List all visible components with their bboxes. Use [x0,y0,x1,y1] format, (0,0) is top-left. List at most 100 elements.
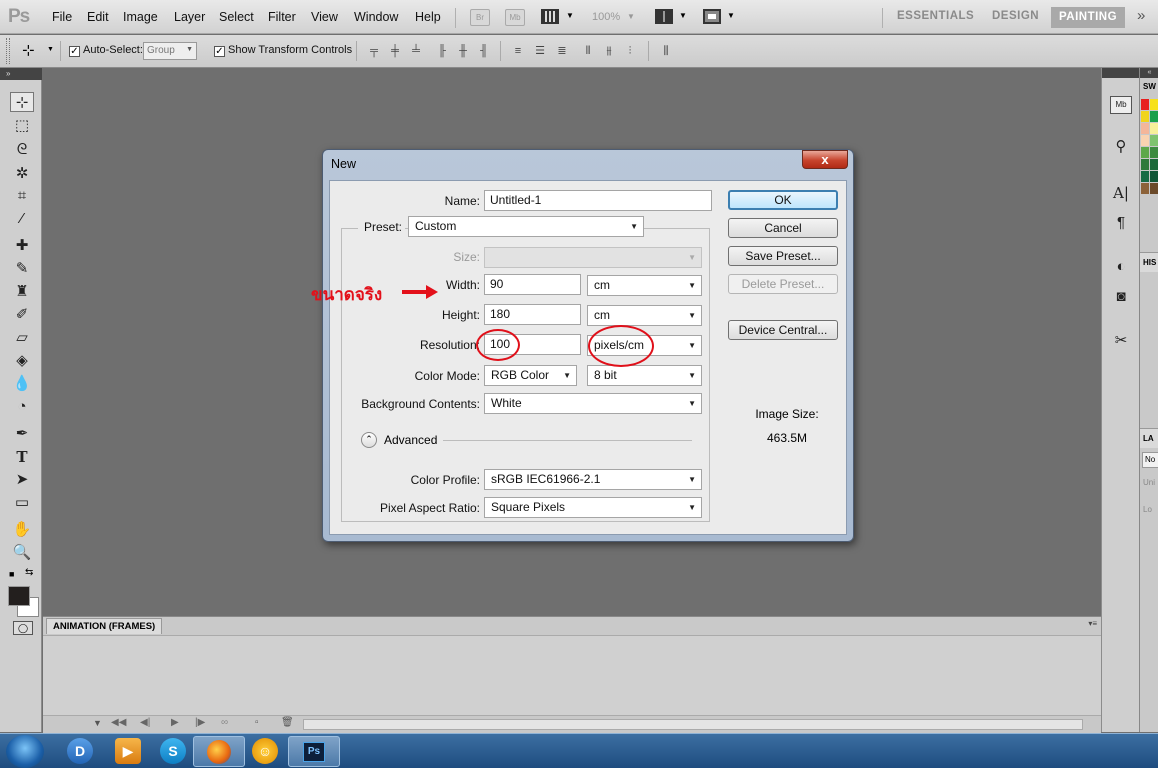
chevron-down-icon[interactable]: ▼ [47,46,54,53]
swatch[interactable] [1141,147,1149,158]
distribute-vertical-center-icon[interactable]: ☰ [532,43,548,59]
workspace-design[interactable]: DESIGN [992,10,1039,22]
screen-mode-icon[interactable] [703,9,721,24]
swatch[interactable] [1150,183,1158,194]
menu-select[interactable]: Select [219,10,254,24]
dodge-tool-icon[interactable]: ◔ [10,397,34,417]
swatch[interactable] [1150,159,1158,170]
menu-file[interactable]: File [52,10,72,24]
menu-layer[interactable]: Layer [174,10,205,24]
background-contents-dropdown[interactable]: White ▼ [484,393,702,414]
device-central-button[interactable]: Device Central... [728,320,838,340]
swatch[interactable] [1150,171,1158,182]
auto-align-layers-icon[interactable]: ⫼ [658,43,674,59]
panel-menu-icon[interactable]: ▾≡ [1088,619,1097,628]
rectangle-tool-icon[interactable]: ▭ [10,493,34,513]
align-top-icon[interactable]: ╤ [366,43,382,59]
height-field[interactable]: 180 [484,304,581,325]
save-preset-button[interactable]: Save Preset... [728,246,838,266]
default-colors-icon[interactable]: ■ [9,569,14,579]
tab-swatches[interactable]: SW [1143,82,1156,91]
messenger-icon[interactable]: ☺ [252,738,278,764]
view-extras-icon[interactable] [541,9,559,24]
history-brush-tool-icon[interactable]: ✐ [10,305,34,325]
first-frame-icon[interactable]: ◀◀ [111,717,126,728]
blur-tool-icon[interactable]: 💧 [10,374,34,394]
new-frame-icon[interactable]: ▫ [255,717,259,728]
chevron-down-icon[interactable]: ▼ [566,11,574,20]
swatch[interactable] [1141,123,1149,134]
type-tool-icon[interactable]: T [10,447,34,467]
close-button[interactable]: x [802,150,848,169]
paint-bucket-tool-icon[interactable]: ◈ [10,351,34,371]
swatch[interactable] [1141,135,1149,146]
delete-preset-button[interactable]: Delete Preset... [728,274,838,294]
width-field[interactable]: 90 [484,274,581,295]
next-frame-icon[interactable]: |▶ [195,717,205,728]
width-unit-dropdown[interactable]: cm ▼ [587,275,702,296]
swatch[interactable] [1141,99,1149,110]
auto-select-checkbox[interactable]: ✓ [69,46,80,57]
distribute-horizontal-center-icon[interactable]: ⫵ [601,43,617,59]
align-bottom-icon[interactable]: ╧ [408,43,424,59]
preset-dropdown[interactable]: Custom ▼ [408,216,644,237]
quick-mask-icon[interactable]: ◯ [13,621,33,635]
collapse-advanced-icon[interactable]: ⌃ [361,432,377,448]
healing-brush-tool-icon[interactable]: ✚ [10,236,34,256]
align-vertical-center-icon[interactable]: ╪ [387,43,403,59]
chevron-down-icon[interactable]: ▼ [727,11,735,20]
mini-bridge-icon[interactable]: Mb [505,9,525,26]
menu-view[interactable]: View [311,10,338,24]
taskbar-photoshop-button[interactable]: Ps [288,736,340,767]
swatch[interactable] [1150,111,1158,122]
quick-selection-tool-icon[interactable]: ✲ [10,164,34,184]
swatch[interactable] [1141,159,1149,170]
hand-tool-icon[interactable]: ✋ [10,520,34,540]
menu-filter[interactable]: Filter [268,10,296,24]
taskbar-firefox-button[interactable] [193,736,245,767]
tab-layers[interactable]: LA [1143,434,1154,443]
height-unit-dropdown[interactable]: cm ▼ [587,305,702,326]
skype-icon[interactable]: S [160,738,186,764]
grip-handle[interactable] [6,38,10,64]
paragraph-panel-icon[interactable]: ¶ [1110,212,1132,234]
auto-select-dropdown[interactable]: Group ▼ [143,42,197,60]
tools-panel-icon[interactable]: ✂ [1110,330,1132,352]
menu-window[interactable]: Window [354,10,398,24]
blend-mode-dropdown[interactable]: No [1142,452,1158,468]
menu-edit[interactable]: Edit [87,10,109,24]
lasso-tool-icon[interactable]: ᘓ [10,140,34,160]
chevron-down-icon[interactable]: ▼ [627,12,635,21]
play-icon[interactable]: ▶ [171,717,179,728]
adjustments-icon[interactable]: ◐ [1110,256,1132,278]
crop-tool-icon[interactable]: ⌗ [10,186,34,206]
path-selection-tool-icon[interactable]: ➤ [10,470,34,490]
mini-bridge-panel-icon[interactable]: Mb [1110,96,1132,114]
swatch[interactable] [1150,123,1158,134]
workspace-essentials[interactable]: ESSENTIALS [897,10,974,22]
color-mode-dropdown[interactable]: RGB Color ▼ [484,365,577,386]
swap-colors-icon[interactable]: ⇆ [25,567,33,578]
pen-tool-icon[interactable]: ✒ [10,424,34,444]
eyedropper-tool-icon[interactable]: ⁄ [10,209,34,229]
pixel-aspect-ratio-dropdown[interactable]: Square Pixels ▼ [484,497,702,518]
tab-history[interactable]: HIS [1143,258,1156,267]
menu-help[interactable]: Help [415,10,441,24]
marquee-tool-icon[interactable]: ⬚ [10,116,34,136]
eraser-tool-icon[interactable]: ▱ [10,328,34,348]
tab-animation-frames[interactable]: ANIMATION (FRAMES) [46,618,163,634]
loop-options-icon[interactable]: ▼ [93,718,102,728]
windows-start-button[interactable] [6,735,44,768]
workspace-painting[interactable]: PAINTING [1051,7,1125,28]
tool-presets-icon[interactable]: ⚲ [1110,136,1132,158]
move-tool-icon[interactable]: ⊹ [10,92,34,112]
distribute-left-icon[interactable]: ⫴ [580,43,596,59]
swatch[interactable] [1141,171,1149,182]
swatch[interactable] [1150,135,1158,146]
swatch[interactable] [1141,111,1149,122]
menu-image[interactable]: Image [123,10,158,24]
collapse-panel-icon[interactable]: » [0,68,42,80]
distribute-bottom-icon[interactable]: ≣ [554,43,570,59]
ok-button[interactable]: OK [728,190,838,210]
arrange-documents-icon[interactable] [655,9,673,24]
